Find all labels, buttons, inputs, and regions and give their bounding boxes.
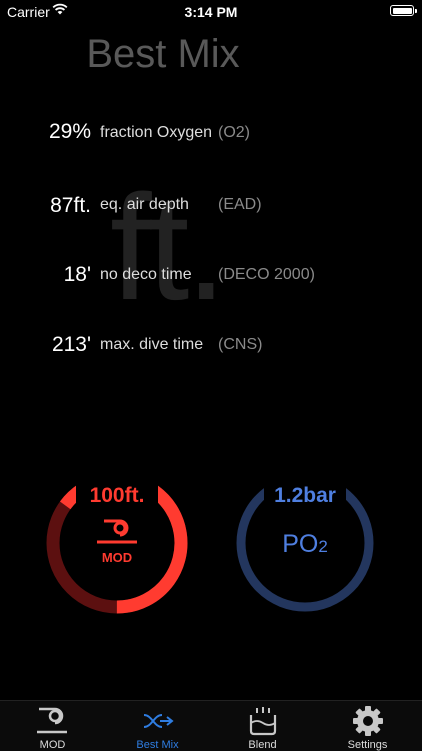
no-deco-value: 18' [63,263,91,286]
mod-value: 100ft. [89,484,145,507]
diver-flag-icon [37,707,67,734]
tab-blend[interactable]: Blend [210,701,315,751]
unit-watermark: ft. [110,163,227,331]
max-dive-abbr: (CNS) [218,336,263,353]
ead-abbr: (EAD) [218,196,262,213]
tab-blend-label: Blend [248,739,277,751]
max-dive-label: max. dive time [100,336,204,353]
status-bar: Carrier 3:14 PM [0,0,422,24]
po2-label-main: PO [282,530,319,558]
mix-arrow-icon [143,714,174,728]
po2-gauge[interactable]: 1.2bar PO2 [234,474,376,614]
tab-bar: MOD Best Mix Blend Settings [0,700,422,751]
ead-value: 87ft. [50,194,91,217]
no-deco-abbr: (DECO 2000) [218,266,315,283]
ead-label: eq. air depth [100,196,189,213]
oxygen-fraction-value: 29% [48,120,91,143]
tab-mod[interactable]: MOD [0,701,105,751]
tab-mod-label: MOD [39,739,66,751]
po2-label-subscript: 2 [318,537,328,556]
no-deco-label: no deco time [100,266,192,283]
po2-value: 1.2bar [274,484,336,507]
tank-blend-icon [249,707,277,736]
tab-settings[interactable]: Settings [315,701,420,751]
tab-best-mix[interactable]: Best Mix [105,701,210,751]
po2-label: PO2 [234,530,376,559]
mod-label: MOD [101,550,133,565]
oxygen-fraction-label: fraction Oxygen [100,124,213,141]
battery-icon [390,5,417,16]
status-time: 3:14 PM [184,4,238,20]
tab-best-mix-label: Best Mix [136,739,179,751]
tab-settings-label: Settings [347,739,388,751]
max-dive-value: 213' [51,333,91,356]
mod-gauge[interactable]: 100ft. MOD [46,472,188,614]
gear-icon [353,706,383,736]
diver-flag-icon [97,519,137,544]
oxygen-fraction-abbr: (O2) [218,124,250,141]
page-title: Best Mix [86,32,240,76]
